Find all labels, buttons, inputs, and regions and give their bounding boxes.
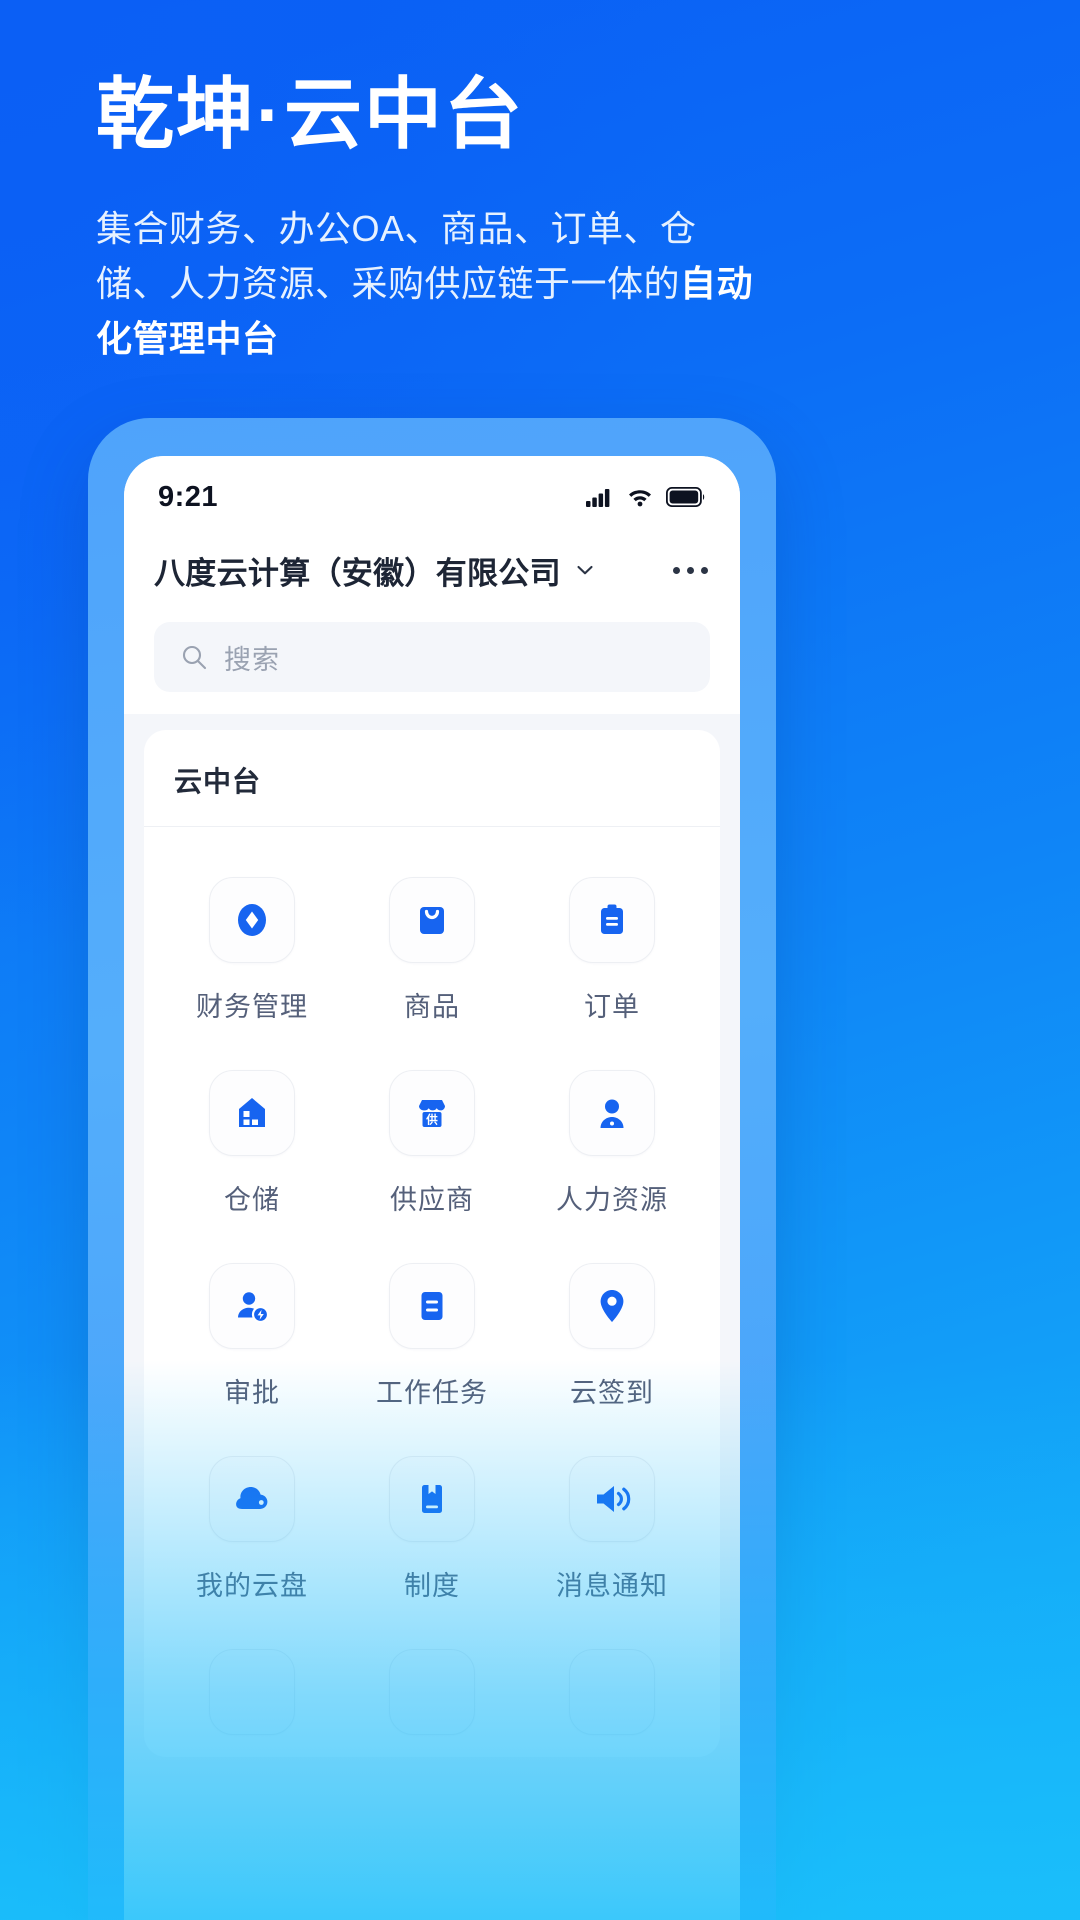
- location-pin-icon: [569, 1263, 655, 1349]
- app-tile-approval[interactable]: 审批: [162, 1247, 342, 1432]
- app-tile-label: 仓储: [224, 1185, 280, 1215]
- app-tile-goods[interactable]: 商品: [342, 861, 522, 1046]
- hero-section: 乾坤·云中台 集合财务、办公OA、商品、订单、仓储、人力资源、采购供应链于一体的…: [96, 72, 1010, 366]
- company-row: 八度云计算（安徽）有限公司: [154, 534, 710, 606]
- hero-subtitle-text: 集合财务、办公OA、商品、订单、仓储、人力资源、采购供应链于一体的: [96, 208, 697, 304]
- speaker-announce-icon: [569, 1456, 655, 1542]
- search-icon: [180, 643, 208, 671]
- status-bar: 9:21: [124, 456, 740, 530]
- app-tile-label: 工作任务: [376, 1378, 488, 1408]
- app-tile-label: 制度: [404, 1571, 460, 1601]
- app-tile-clouddrive[interactable]: 我的云盘: [162, 1440, 342, 1625]
- placeholder-app-icon: [569, 1649, 655, 1735]
- more-horizontal-icon[interactable]: [671, 561, 710, 580]
- placeholder-app-icon: [389, 1649, 475, 1735]
- chevron-down-icon[interactable]: [573, 558, 597, 582]
- person-approval-icon: [209, 1263, 295, 1349]
- search-input[interactable]: 搜索: [154, 622, 710, 692]
- app-tile-partial[interactable]: [162, 1633, 342, 1757]
- coin-diamond-icon: [209, 877, 295, 963]
- task-document-icon: [389, 1263, 475, 1349]
- app-tile-task[interactable]: 工作任务: [342, 1247, 522, 1432]
- app-card-title: 云中台: [174, 766, 262, 797]
- cellular-signal-icon: [586, 487, 614, 507]
- app-tile-notification[interactable]: 消息通知: [522, 1440, 702, 1625]
- person-icon: [569, 1070, 655, 1156]
- page-title: 乾坤·云中台: [96, 70, 524, 158]
- wifi-icon: [627, 487, 653, 507]
- promo-screenshot: 乾坤·云中台 集合财务、办公OA、商品、订单、仓储、人力资源、采购供应链于一体的…: [0, 0, 1080, 1920]
- search-placeholder: 搜索: [224, 644, 280, 675]
- warehouse-house-icon: [209, 1070, 295, 1156]
- shopping-bag-icon: [389, 877, 475, 963]
- book-bookmark-icon: [389, 1456, 475, 1542]
- status-bar-icons: [586, 487, 706, 507]
- status-bar-time: 9:21: [158, 480, 219, 513]
- app-tile-label: 财务管理: [196, 992, 308, 1022]
- app-tile-policy[interactable]: 制度: [342, 1440, 522, 1625]
- phone-screen: 9:21 八度云计算（安徽）有限公司 搜索 云中台 财务管理 商品 订单 仓储 …: [124, 456, 740, 1920]
- app-tile-label: 云签到: [570, 1378, 654, 1408]
- app-tile-partial[interactable]: [522, 1633, 702, 1757]
- app-tile-warehouse[interactable]: 仓储: [162, 1054, 342, 1239]
- app-tile-label: 审批: [224, 1378, 280, 1408]
- app-header: 八度云计算（安徽）有限公司 搜索: [124, 530, 740, 714]
- app-tile-finance[interactable]: 财务管理: [162, 861, 342, 1046]
- cloud-icon: [209, 1456, 295, 1542]
- app-tile-supplier[interactable]: 供 供应商: [342, 1054, 522, 1239]
- app-tile-label: 人力资源: [556, 1185, 668, 1215]
- app-tile-label: 供应商: [390, 1185, 474, 1215]
- app-tile-label: 消息通知: [556, 1571, 668, 1601]
- search-bar-wrap: 搜索: [154, 606, 710, 714]
- app-tile-hr[interactable]: 人力资源: [522, 1054, 702, 1239]
- battery-icon: [666, 487, 706, 507]
- app-tile-label: 订单: [584, 992, 640, 1022]
- app-tile-partial[interactable]: [342, 1633, 522, 1757]
- phone-mockup-frame: 9:21 八度云计算（安徽）有限公司 搜索 云中台 财务管理 商品 订单 仓储 …: [88, 418, 776, 1920]
- app-card-header: 云中台: [144, 730, 720, 827]
- company-name: 八度云计算（安徽）有限公司: [154, 555, 561, 591]
- app-card: 云中台 财务管理 商品 订单 仓储 供 供应商 人力资源 审批 工作任务 云签到…: [144, 730, 720, 1757]
- supplier-shop-icon: 供: [389, 1070, 475, 1156]
- app-tile-label: 商品: [404, 992, 460, 1022]
- svg-text:供: 供: [425, 1112, 438, 1126]
- app-tile-order[interactable]: 订单: [522, 861, 702, 1046]
- app-tile-checkin[interactable]: 云签到: [522, 1247, 702, 1432]
- company-selector[interactable]: 八度云计算（安徽）有限公司: [154, 548, 597, 593]
- placeholder-app-icon: [209, 1649, 295, 1735]
- hero-subtitle: 集合财务、办公OA、商品、订单、仓储、人力资源、采购供应链于一体的自动化管理中台: [96, 202, 756, 366]
- clipboard-list-icon: [569, 877, 655, 963]
- app-tile-label: 我的云盘: [196, 1571, 308, 1601]
- app-grid: 财务管理 商品 订单 仓储 供 供应商 人力资源 审批 工作任务 云签到 我的云…: [144, 827, 720, 1757]
